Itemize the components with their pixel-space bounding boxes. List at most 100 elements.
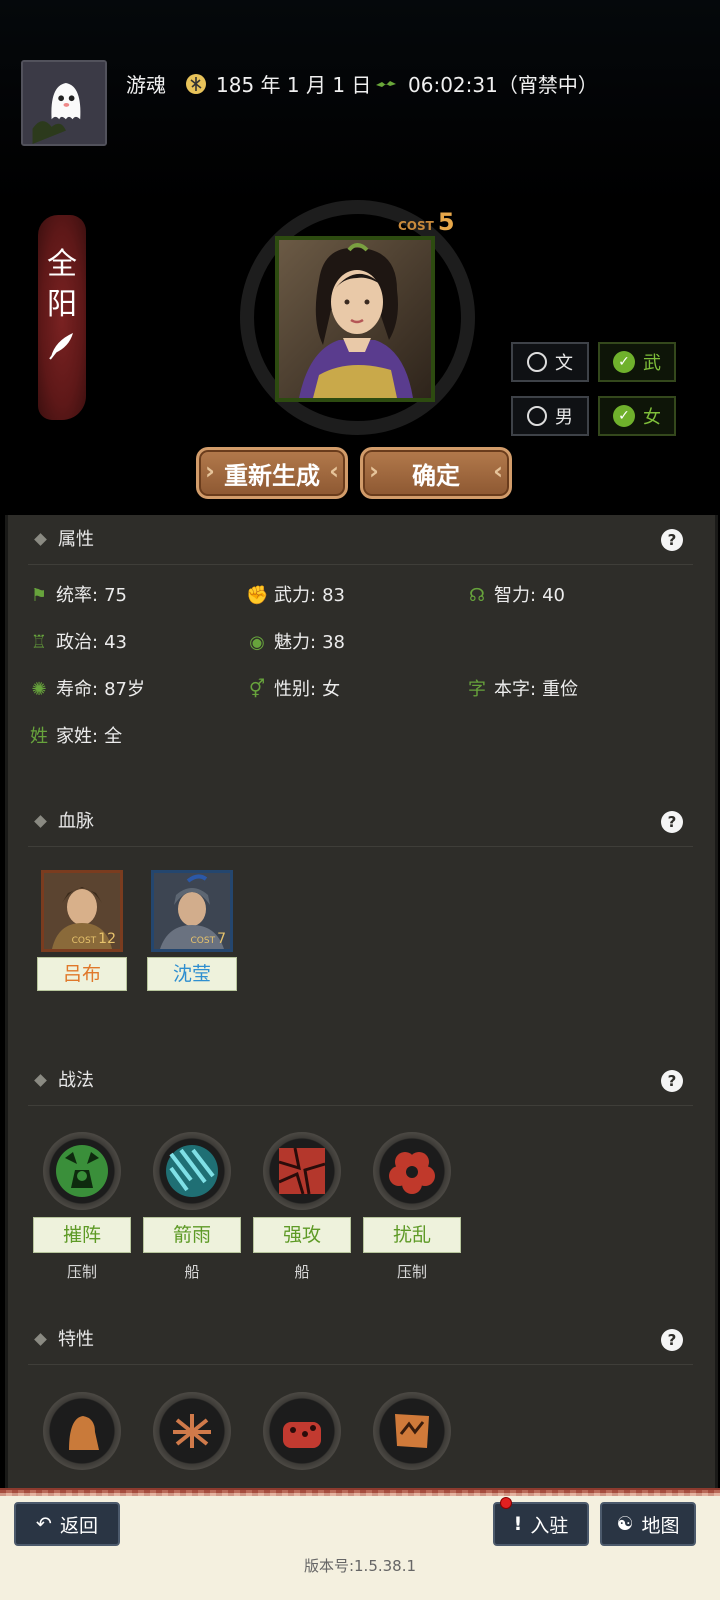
attr-intellect: ☊ 智力: 40 xyxy=(466,582,565,610)
tactic-name-3: 强攻 xyxy=(253,1217,351,1253)
attr-value: 38 xyxy=(322,632,345,653)
help-icon[interactable]: ? xyxy=(661,811,683,833)
toggle-female-label: 女 xyxy=(643,407,661,428)
player-avatar[interactable] xyxy=(21,60,107,146)
attr-label: 寿命: xyxy=(56,679,99,700)
notification-dot xyxy=(500,1497,512,1509)
attr-label: 武力: xyxy=(274,585,317,606)
attr-lifespan: ✺ 寿命: 87岁 xyxy=(28,676,145,704)
attr-value: 43 xyxy=(104,632,127,653)
help-icon[interactable]: ? xyxy=(661,1070,683,1092)
tactic-disrupt-button[interactable] xyxy=(373,1132,451,1210)
trait-1-icon xyxy=(69,1416,99,1450)
attr-value: 75 xyxy=(104,585,127,606)
version-label: 版本号:1.5.38.1 xyxy=(303,1557,417,1575)
toggle-wen-label: 文 xyxy=(555,353,573,374)
attr-value: 40 xyxy=(542,585,565,606)
tactic-type-4: 压制 xyxy=(396,1263,427,1281)
character-portrait[interactable] xyxy=(275,236,435,402)
portrait-image xyxy=(279,240,431,398)
courtesy-name-icon: 字 xyxy=(468,679,486,700)
trait-1-button[interactable] xyxy=(43,1392,121,1470)
trait-3-button[interactable] xyxy=(263,1392,341,1470)
attr-label: 统率: xyxy=(56,585,99,606)
radio-icon xyxy=(527,352,547,372)
lifespan-icon: ✺ xyxy=(31,679,47,700)
tactic-type-2: 船 xyxy=(184,1263,200,1281)
check-icon: ✓ xyxy=(613,351,635,373)
trait-3-icon xyxy=(283,1422,321,1448)
toggle-wu[interactable]: ✓ 武 xyxy=(598,342,676,382)
tactic-type-3: 船 xyxy=(294,1263,310,1281)
brain-icon: ☊ xyxy=(469,585,485,606)
toggle-wen[interactable]: 文 xyxy=(511,342,589,382)
character-cost: COST 5 xyxy=(398,208,455,236)
quill-icon[interactable] xyxy=(47,329,77,361)
toggle-male[interactable]: 男 xyxy=(511,396,589,436)
ghost-icon xyxy=(23,62,105,144)
check-icon: ✓ xyxy=(613,405,635,427)
back-button[interactable]: ↶ 返回 xyxy=(14,1502,120,1546)
section-attributes-title: 属性 xyxy=(58,529,94,550)
attr-value: 重俭 xyxy=(542,679,579,700)
name-char-2: 阳 xyxy=(47,287,77,322)
character-name-banner: 全 阳 xyxy=(38,215,86,420)
back-label: 返回 xyxy=(59,1514,98,1537)
curfew-icon xyxy=(376,81,396,87)
game-time: 06:02:31（宵禁中） xyxy=(408,73,598,97)
tactic-break-formation-button[interactable] xyxy=(43,1132,121,1210)
section-attributes: 属性 ? xyxy=(28,515,693,565)
section-traits: 特性 ? xyxy=(28,1315,693,1365)
section-tactics-title: 战法 xyxy=(58,1070,94,1091)
lineage-name-shenying[interactable]: 沈莹 xyxy=(147,957,237,991)
strength-icon: ✊ xyxy=(246,585,269,606)
toggle-female[interactable]: ✓ 女 xyxy=(598,396,676,436)
calendar-seal-icon xyxy=(186,74,206,94)
tactic-name-2: 箭雨 xyxy=(143,1217,241,1253)
tactic-arrow-rain-button[interactable] xyxy=(153,1132,231,1210)
section-tactics: 战法 ? xyxy=(28,1056,693,1106)
tactic-type-1: 压制 xyxy=(66,1263,97,1281)
regenerate-button[interactable]: 重新生成 xyxy=(196,447,348,499)
toggle-male-label: 男 xyxy=(555,407,573,428)
lineage-name-lubu[interactable]: 吕布 xyxy=(37,957,127,991)
attr-force: ✊ 武力: 83 xyxy=(246,582,345,610)
section-traits-title: 特性 xyxy=(58,1329,94,1350)
attr-politics: ♖ 政治: 43 xyxy=(28,629,127,657)
map-icon: ☯ xyxy=(616,1513,634,1535)
help-icon[interactable]: ? xyxy=(661,529,683,551)
trait-2-button[interactable] xyxy=(153,1392,231,1470)
attr-family-name: 姓 家姓: 全 xyxy=(28,723,122,751)
username: 游魂 xyxy=(126,73,166,97)
break-formation-icon xyxy=(56,1145,108,1197)
tactic-name-4: 扰乱 xyxy=(363,1217,461,1253)
attr-label: 性别: xyxy=(274,679,317,700)
gender-icon: ⚥ xyxy=(248,679,266,700)
exclamation-icon: ! xyxy=(513,1513,523,1535)
map-label: 地图 xyxy=(641,1514,680,1537)
section-lineage-title: 血脉 xyxy=(58,811,94,832)
arrow-rain-icon xyxy=(166,1145,218,1197)
lineage-card-shenying[interactable]: COST 7 xyxy=(151,870,233,952)
map-button[interactable]: ☯ 地图 xyxy=(600,1502,696,1546)
attr-value: 全 xyxy=(104,726,123,747)
trait-4-icon xyxy=(395,1414,429,1448)
tactic-name-1: 摧阵 xyxy=(33,1217,131,1253)
back-arrow-icon: ↶ xyxy=(36,1513,52,1535)
lineage-card-lubu[interactable]: COST 12 xyxy=(41,870,123,952)
help-icon[interactable]: ? xyxy=(661,1329,683,1351)
attr-command: ⚑ 统率: 75 xyxy=(28,582,127,610)
section-lineage: 血脉 ? xyxy=(28,797,693,847)
disrupt-icon xyxy=(389,1152,435,1194)
assault-icon xyxy=(278,1147,326,1195)
trait-4-button[interactable] xyxy=(373,1392,451,1470)
attr-label: 本字: xyxy=(494,679,537,700)
attr-value: 83 xyxy=(322,585,345,606)
confirm-button[interactable]: 确定 xyxy=(360,447,512,499)
character-details-panel[interactable]: 属性 ? ⚑ 统率: 75 ✊ 武力: 83 ☊ 智力: 40 ♖ 政治: 43 ◉ 魅… xyxy=(5,515,718,1490)
garrison-label: 入驻 xyxy=(530,1514,569,1537)
tactic-assault-button[interactable] xyxy=(263,1132,341,1210)
attr-gender: ⚥ 性别: 女 xyxy=(246,676,340,704)
attr-label: 政治: xyxy=(56,632,99,653)
eye-icon: ◉ xyxy=(249,632,265,653)
